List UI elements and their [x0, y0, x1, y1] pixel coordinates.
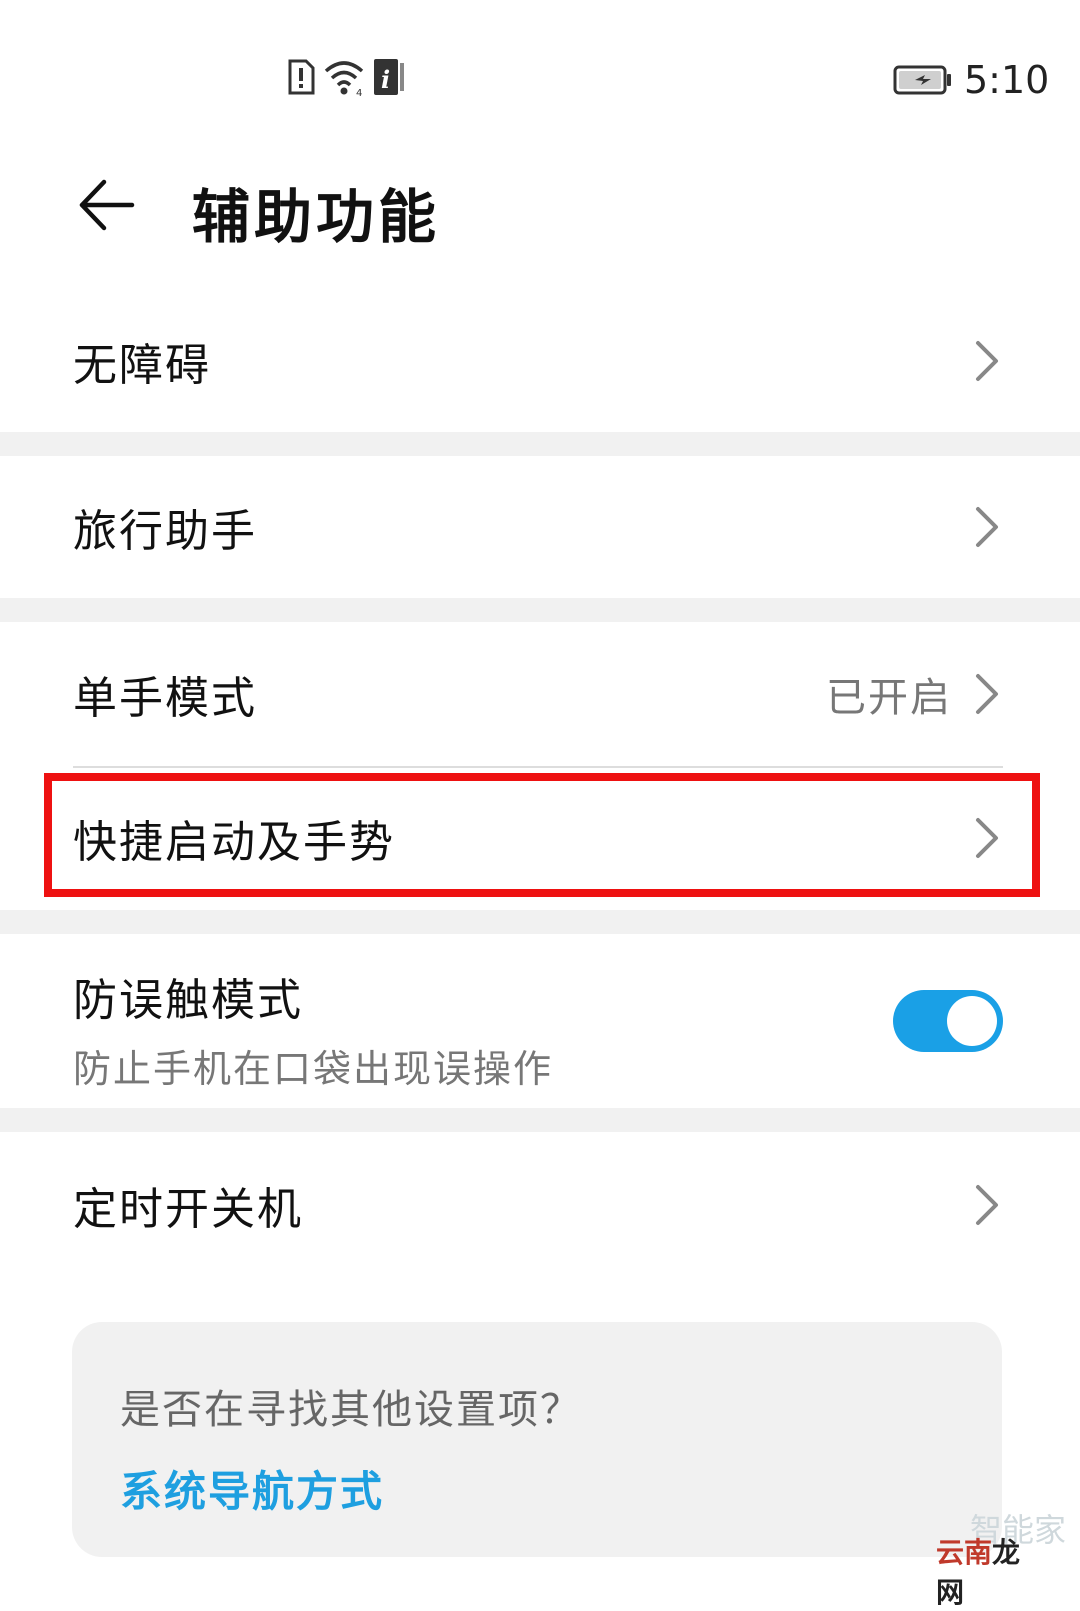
chevron-right-icon [974, 505, 1000, 549]
watermark-red-text: 云南 [936, 1536, 993, 1569]
status-bar: 4 i 5:10 [0, 0, 1080, 160]
row-shortcuts-gestures[interactable]: 快捷启动及手势 [0, 768, 1080, 908]
section-separator [0, 598, 1080, 622]
row-label: 快捷启动及手势 [73, 817, 395, 868]
toggle-knob [947, 996, 997, 1046]
back-arrow-icon [74, 174, 136, 240]
section-separator [0, 1108, 1080, 1132]
section-separator [0, 432, 1080, 456]
battery-charging-icon [893, 65, 953, 95]
chevron-right-icon [974, 1183, 1000, 1227]
watermark-logo: 智能家 云南龙网 [936, 1505, 1076, 1609]
wifi-icon: 4 [322, 57, 366, 101]
row-accessibility[interactable]: 无障碍 [0, 290, 1080, 432]
row-label: 旅行助手 [73, 506, 257, 557]
chevron-right-icon [974, 816, 1000, 860]
svg-text:i: i [381, 65, 390, 94]
suggestion-question: 是否在寻找其他设置项？ [120, 1387, 582, 1433]
sim-alert-icon [286, 57, 316, 101]
back-button[interactable] [70, 172, 140, 242]
app-header: 辅助功能 [0, 160, 1080, 270]
row-status-value: 已开启 [826, 675, 952, 721]
chevron-right-icon [974, 672, 1000, 716]
row-one-hand-mode[interactable]: 单手模式 已开启 [0, 622, 1080, 766]
page-title: 辅助功能 [192, 183, 441, 251]
suggestion-link-system-navigation[interactable]: 系统导航方式 [120, 1458, 384, 1519]
suggestion-card: 是否在寻找其他设置项？ 系统导航方式 [72, 1322, 1002, 1557]
svg-text:4: 4 [356, 88, 362, 97]
accidental-touch-toggle[interactable] [893, 990, 1003, 1052]
row-description: 防止手机在口袋出现误操作 [73, 1047, 554, 1091]
row-label: 单手模式 [73, 673, 257, 724]
row-travel-assistant[interactable]: 旅行助手 [0, 456, 1080, 598]
row-label: 防误触模式 [73, 975, 303, 1026]
info-icon: i [372, 57, 406, 101]
row-scheduled-power[interactable]: 定时开关机 [0, 1132, 1080, 1278]
status-icons: 4 i [286, 58, 406, 100]
row-label: 无障碍 [73, 340, 211, 391]
status-time: 5:10 [964, 58, 1050, 102]
row-label: 定时开关机 [73, 1184, 303, 1235]
watermark-bottom-text: 云南龙网 [936, 1531, 1040, 1611]
section-separator [0, 910, 1080, 934]
chevron-right-icon [974, 339, 1000, 383]
